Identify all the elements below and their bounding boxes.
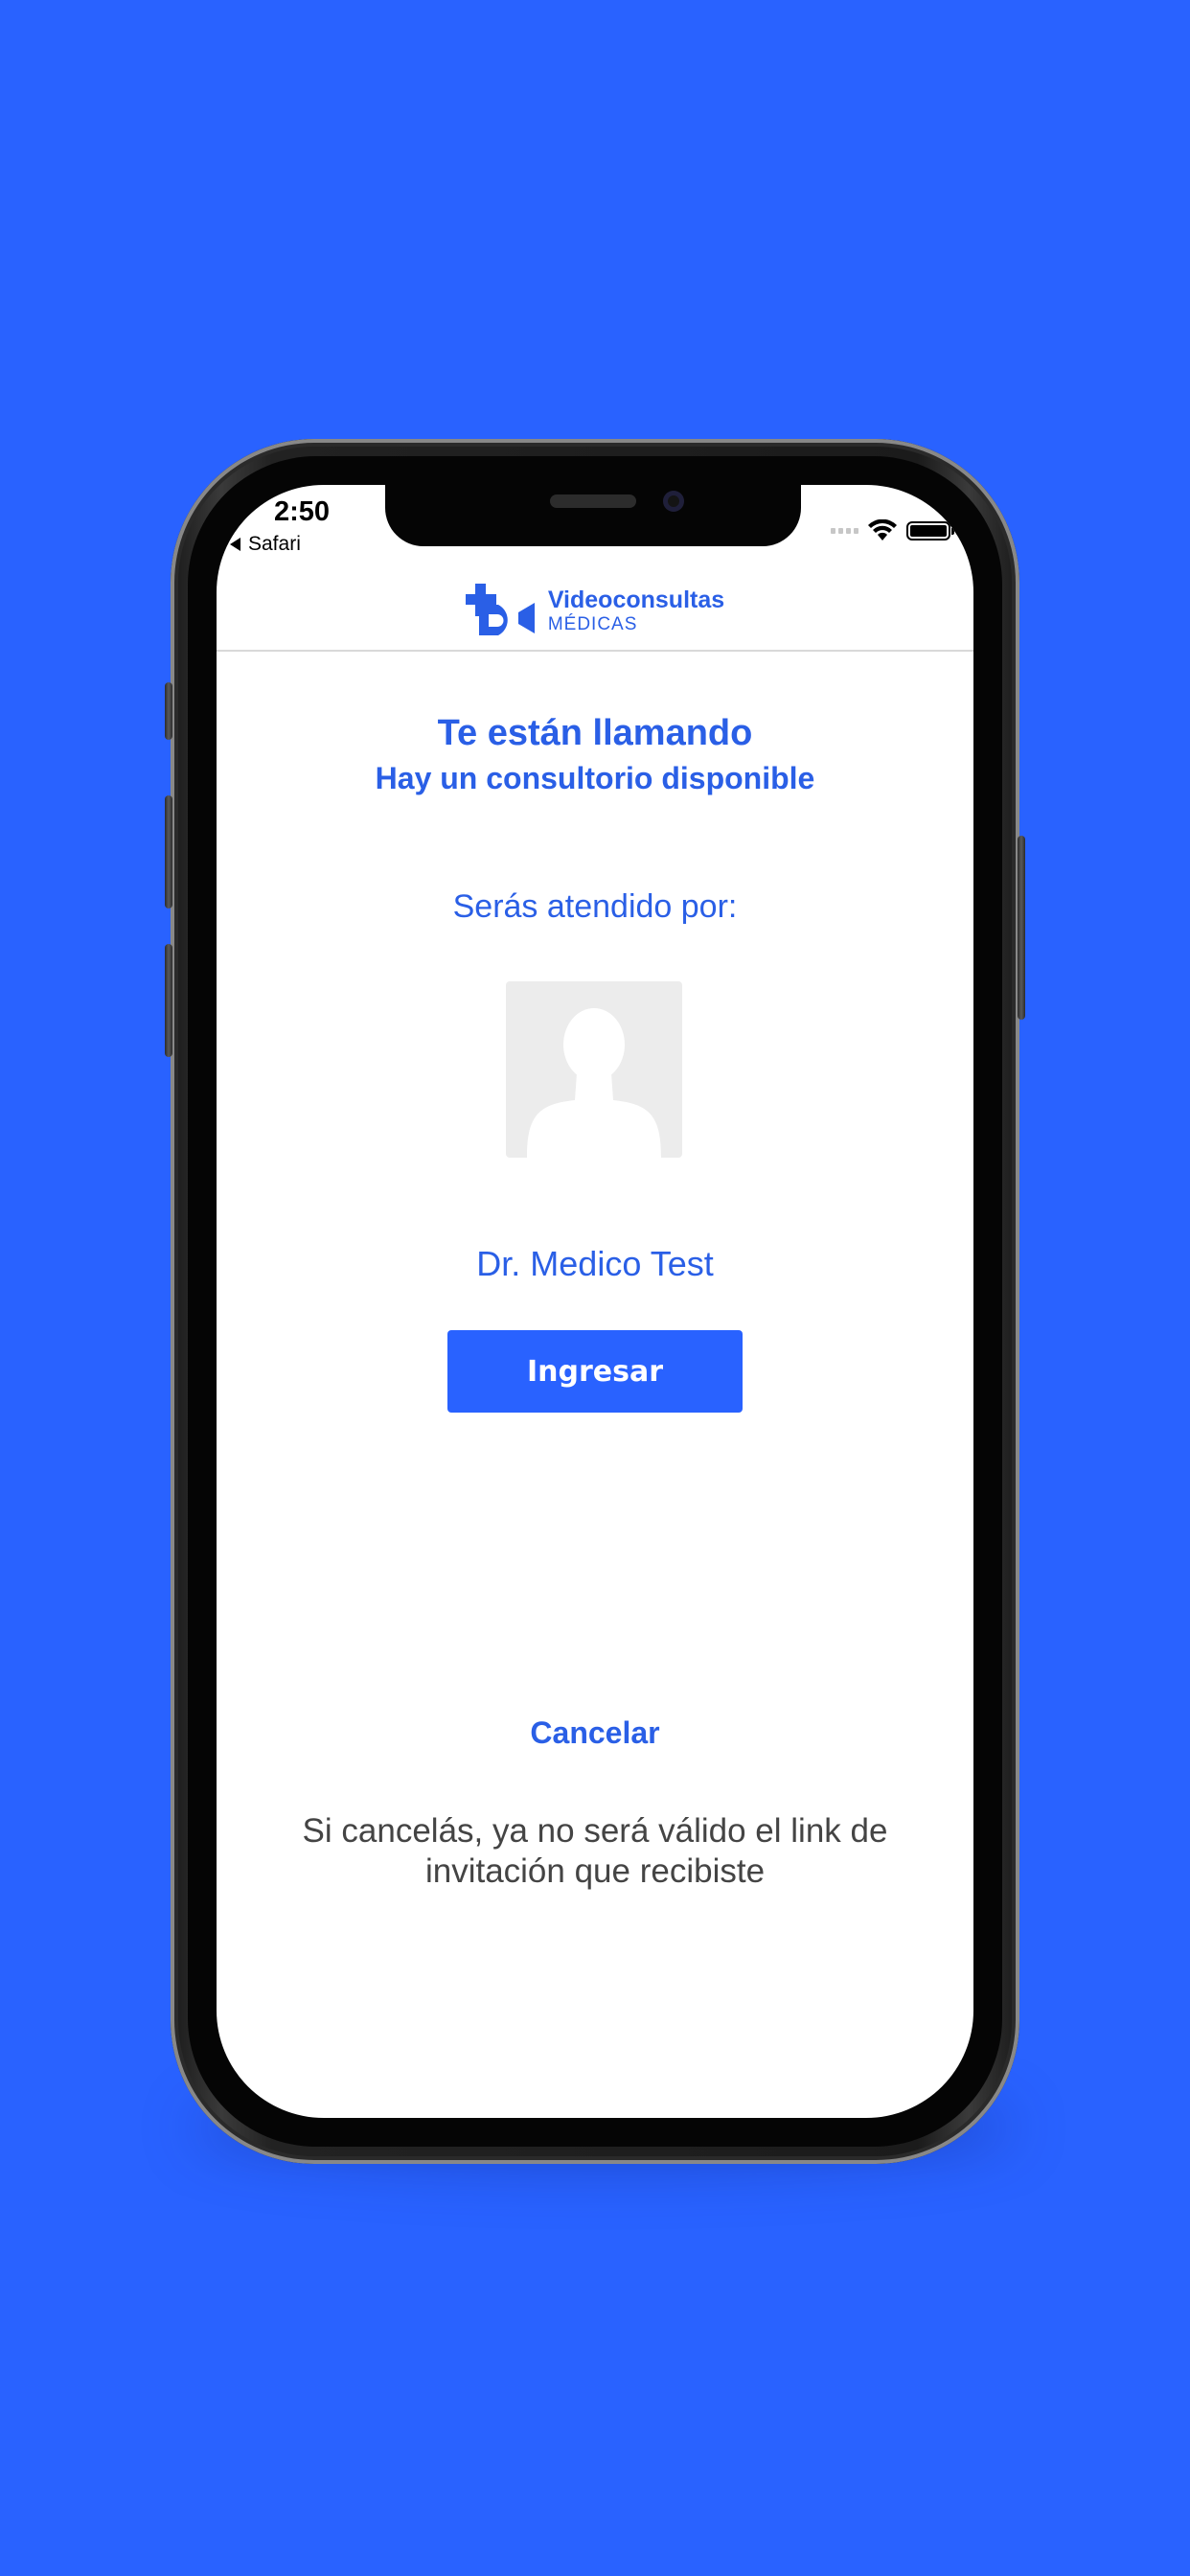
logo-title: Videoconsultas xyxy=(547,586,725,613)
phone-screen: 2:50 Safari Videoconsultas MÉDICAS Te es… xyxy=(217,485,973,2118)
user-placeholder-icon xyxy=(527,1008,661,1158)
volume-down-button xyxy=(165,944,172,1057)
notch xyxy=(385,485,801,546)
wifi-icon xyxy=(868,519,897,540)
attended-by-label: Serás atendido por: xyxy=(452,888,738,925)
doctor-avatar xyxy=(506,981,682,1158)
status-icons xyxy=(831,519,954,542)
app-header: Videoconsultas MÉDICAS xyxy=(217,571,973,652)
volume-up-button xyxy=(165,795,172,908)
back-app-label: Safari xyxy=(248,533,301,555)
brand-logo: Videoconsultas MÉDICAS xyxy=(465,584,725,637)
logo-subtitle: MÉDICAS xyxy=(547,613,638,634)
silent-switch xyxy=(165,682,172,740)
status-time: 2:50 xyxy=(274,496,331,527)
back-arrow-icon xyxy=(230,538,240,551)
enter-button[interactable]: Ingresar xyxy=(447,1330,743,1413)
back-to-safari[interactable]: Safari xyxy=(230,533,301,556)
cancel-notice: Si cancelás, ya no será válido el link d… xyxy=(302,1812,888,1890)
power-button xyxy=(1018,836,1025,1020)
doctor-name: Dr. Medico Test xyxy=(476,1244,714,1283)
cellular-signal-icon xyxy=(831,528,858,534)
cancel-link[interactable]: Cancelar xyxy=(217,1715,973,1751)
speaker-grille xyxy=(550,494,636,508)
page-title: Te están llamando xyxy=(437,713,753,753)
page-subtitle: Hay un consultorio disponible xyxy=(375,761,815,795)
battery-icon xyxy=(906,521,954,540)
medical-video-logo-icon xyxy=(465,584,535,635)
front-camera xyxy=(663,491,684,512)
